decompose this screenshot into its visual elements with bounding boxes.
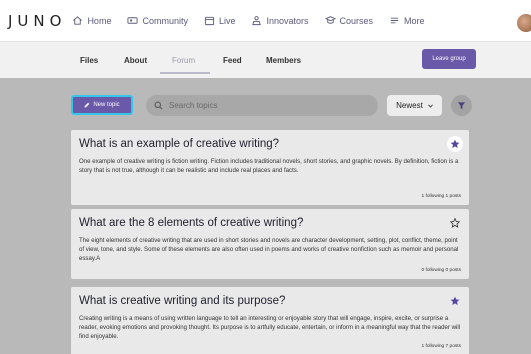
tab-files[interactable]: Files [80,56,98,65]
topic-excerpt: One example of creative writing is ficti… [79,158,459,174]
topic-title[interactable]: What is an example of creative writing? [79,137,439,151]
topic-stats: 0 following 0 posts [421,268,461,273]
topic-excerpt: Creating writing is a means of using wri… [79,315,461,340]
topic-stats: 1 following 1 posts [421,194,461,199]
star-outline-icon [450,218,460,228]
calendar-icon [204,16,215,26]
nav-courses-label: Courses [339,15,374,26]
search-icon [154,101,163,110]
active-tab-indicator [160,72,210,74]
avatar[interactable] [517,14,531,32]
nav-community[interactable]: Community [127,15,188,26]
topic-card[interactable]: What is creative writing and its purpose… [71,287,469,354]
topic-card[interactable]: What are the 8 elements of creative writ… [71,209,469,279]
nav-more-label: More [404,15,425,26]
nav-innovators-label: Innovators [266,15,309,26]
star-filled-icon [450,139,460,148]
topic-title[interactable]: What are the 8 elements of creative writ… [79,216,439,230]
nav-innovators[interactable]: Innovators [251,15,309,26]
nav-home[interactable]: Home [72,15,111,26]
courses-icon [324,16,336,24]
group-tabs-bar: Files About Forum Feed Members Leave gro… [0,42,531,78]
nav-community-label: Community [142,15,188,26]
forum-content: New topic Newest What is an example of c… [0,78,531,354]
star-filled-icon [450,296,460,305]
filter-button[interactable] [451,95,472,116]
logo[interactable]: JUNO [8,12,66,30]
new-topic-label: New topic [93,102,120,108]
app-frame: JUNO Home Community Live Innovators Cour… [0,0,531,354]
innovators-icon [252,16,262,26]
nav-courses[interactable]: Courses [324,15,374,26]
nav-live-label: Live [218,15,236,26]
community-icon [127,17,138,24]
more-icon [390,17,399,24]
chevron-down-icon [427,103,433,108]
tab-forum[interactable]: Forum [172,56,195,65]
follow-star-button[interactable] [447,215,463,231]
tab-members[interactable]: Members [266,56,301,65]
follow-star-button[interactable] [447,293,463,309]
nav-live[interactable]: Live [204,15,236,26]
topic-card[interactable]: What is an example of creative writing? … [71,130,469,205]
filter-icon [457,102,466,110]
tab-about[interactable]: About [124,56,147,65]
home-icon [73,16,83,25]
search-box [146,95,378,116]
topic-title[interactable]: What is creative writing and its purpose… [79,294,439,308]
main-nav: Home Community Live Innovators Courses M… [72,15,440,26]
sort-dropdown[interactable]: Newest [387,95,442,116]
follow-star-button[interactable] [447,136,463,152]
top-nav-bar: JUNO Home Community Live Innovators Cour… [0,0,531,42]
tab-feed[interactable]: Feed [223,56,242,65]
new-topic-button[interactable]: New topic [71,95,133,115]
nav-more[interactable]: More [389,15,425,26]
leave-group-button[interactable]: Leave group [422,49,476,69]
nav-home-label: Home [87,15,112,26]
sort-selected-label: Newest [396,101,423,110]
new-topic-icon [84,102,90,108]
topic-excerpt: The eight elements of creative writing t… [79,237,459,262]
search-input[interactable] [169,101,349,110]
topic-stats: 1 following 7 posts [421,344,461,349]
